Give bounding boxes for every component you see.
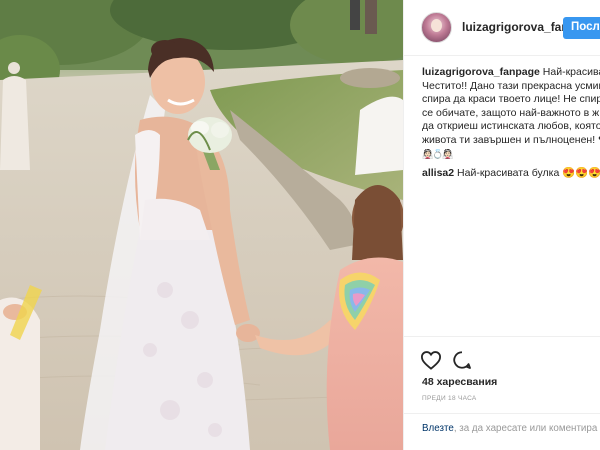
caption-username[interactable]: luizagrigorova_fanpage: [422, 66, 540, 78]
comment-item: allisa2 Най-красивата булка 😍😍😍😍: [422, 167, 600, 181]
caption-text-line: се обичате, защото най-важното в ж: [422, 106, 600, 119]
caption-text-line: живота ти завършен и пълноценен! ❤: [422, 133, 600, 146]
post-side-panel: luizagrigorova_fanp После luizagrigorova…: [403, 0, 600, 450]
caption-emoji-line: 👰🏻💍👰🏻: [422, 148, 454, 159]
post-timestamp: ПРЕДИ 18 ЧАСА: [422, 395, 477, 402]
comment-bubble-icon[interactable]: [452, 350, 472, 370]
login-prompt-text: , за да харесате или коментира: [453, 423, 598, 434]
wedding-photo-illustration: [0, 0, 403, 450]
comment-text: Най-красивата булка 😍😍😍😍: [457, 167, 600, 180]
post-header: luizagrigorova_fanp После: [404, 0, 600, 56]
login-prompt-bar: Влезте, за да харесате или коментира: [404, 413, 600, 447]
login-link[interactable]: Влезте: [422, 423, 454, 434]
caption-text-line: да откриеш истинската любов, която: [422, 120, 600, 133]
follow-button[interactable]: После: [563, 17, 600, 39]
post-actions: 48 харесвания ПРЕДИ 18 ЧАСА Влезте, за д…: [404, 336, 600, 446]
username-link[interactable]: luizagrigorova_fanp: [462, 20, 576, 34]
caption-text-line: спира да краси твоето лице! Не спира: [422, 93, 600, 106]
avatar-face: [431, 19, 442, 32]
login-prompt: Влезте, за да харесате или коментира: [422, 423, 597, 434]
caption-text-line: Честито!! Дано тази прекрасна усмив: [422, 79, 600, 92]
caption-first-line: luizagrigorova_fanpage Най-красивата: [422, 66, 600, 80]
caption-text-line: Най-красивата: [542, 66, 600, 78]
comment-username[interactable]: allisa2: [422, 167, 454, 179]
comments-section: luizagrigorova_fanpage Най-красивата Чес…: [422, 66, 600, 181]
avatar[interactable]: [421, 12, 452, 43]
likes-count[interactable]: 48 харесвания: [422, 376, 497, 388]
post-photo[interactable]: [0, 0, 403, 450]
heart-icon[interactable]: [420, 350, 442, 370]
